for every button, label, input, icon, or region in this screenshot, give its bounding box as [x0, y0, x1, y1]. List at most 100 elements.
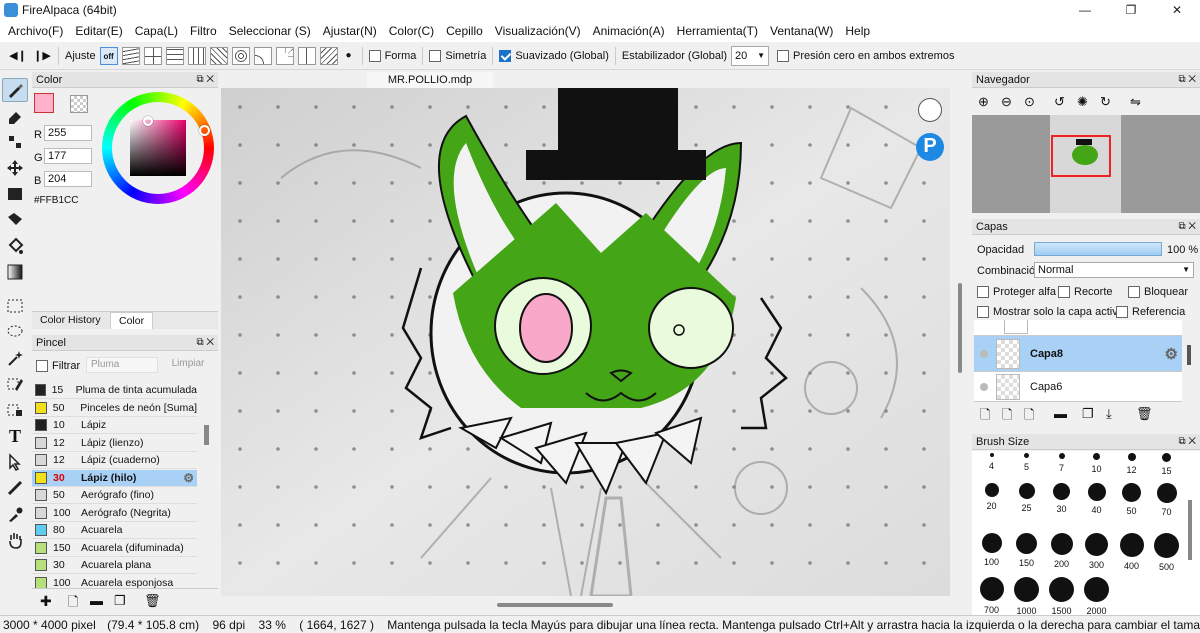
- select-tool-icon[interactable]: [2, 294, 28, 318]
- clip-checkbox[interactable]: Recorte: [1058, 286, 1113, 299]
- brush-size-option[interactable]: 70: [1149, 479, 1184, 517]
- dot-icon[interactable]: ●: [342, 46, 356, 66]
- navigator-preview[interactable]: [972, 115, 1200, 213]
- trash-icon[interactable]: 🗑: [144, 593, 161, 609]
- merge-down-icon[interactable]: ⤓: [1106, 406, 1112, 422]
- blend-select[interactable]: Normal ▼: [1034, 262, 1194, 278]
- menu-ventana[interactable]: Ventana(W): [764, 20, 839, 42]
- next-frame-icon[interactable]: ❙▶: [32, 46, 52, 66]
- hand-tool-icon[interactable]: [2, 528, 28, 552]
- panel-controls-icon[interactable]: ⧉ ✕: [1178, 434, 1196, 450]
- canvas-vscroll-thumb[interactable]: [958, 283, 962, 373]
- eyedropper-icon[interactable]: [2, 502, 28, 526]
- add-brush-icon[interactable]: ✚: [40, 593, 52, 610]
- brush-size-option[interactable]: 4: [974, 451, 1009, 471]
- brush-size-option[interactable]: 700: [974, 573, 1009, 615]
- menu-visualizacion[interactable]: Visualización(V): [489, 20, 587, 42]
- operation-tool-icon[interactable]: [2, 450, 28, 474]
- snap-off-button[interactable]: off: [99, 46, 118, 65]
- gear-icon[interactable]: ⚙: [183, 471, 194, 485]
- minimize-button[interactable]: —: [1062, 0, 1108, 20]
- layer-row[interactable]: Capa8 ⚙: [974, 336, 1182, 372]
- estabilizador-select[interactable]: 20 ▼: [731, 45, 770, 66]
- simetria-checkbox[interactable]: Simetría: [429, 46, 486, 66]
- brush-item[interactable]: 30 Lápiz (hilo) ⚙: [32, 469, 197, 487]
- menu-ajustar[interactable]: Ajustar(N): [317, 20, 383, 42]
- panel-controls-icon[interactable]: ⧉ ✕: [1178, 72, 1196, 88]
- brush-size-option[interactable]: 300: [1079, 529, 1114, 570]
- show-active-checkbox[interactable]: Mostrar solo la capa activa: [977, 306, 1124, 319]
- snap-grid-icon[interactable]: [143, 46, 162, 65]
- brush-item[interactable]: 15 Pluma de tinta acumulada: [32, 382, 197, 399]
- snap-diagonal-icon[interactable]: [209, 46, 228, 65]
- rotate-right-icon[interactable]: ↻: [1100, 94, 1111, 110]
- brush-size-option[interactable]: 12: [1114, 451, 1149, 475]
- brush-size-option[interactable]: 400: [1114, 529, 1149, 571]
- panel-controls-icon[interactable]: ⧉ ✕: [1178, 219, 1196, 235]
- brush-size-option[interactable]: 40: [1079, 479, 1114, 515]
- brush-size-option[interactable]: 20: [974, 479, 1009, 511]
- brush-size-option[interactable]: 150: [1009, 529, 1044, 568]
- transparent-color-swatch[interactable]: [70, 95, 88, 113]
- filter-checkbox[interactable]: [36, 360, 52, 373]
- opacity-slider[interactable]: [1034, 242, 1162, 256]
- brush-item[interactable]: 10 Lápiz: [32, 417, 197, 434]
- canvas-hscroll-thumb[interactable]: [497, 603, 613, 607]
- clear-filter-button[interactable]: Limpiar: [162, 357, 214, 373]
- brush-size-option[interactable]: 500: [1149, 529, 1184, 572]
- canvas[interactable]: P: [221, 88, 950, 596]
- g-input[interactable]: 177: [44, 148, 92, 164]
- flip-horizontal-icon[interactable]: ⇋: [1130, 94, 1141, 110]
- sv-cursor[interactable]: [143, 116, 153, 126]
- menu-help[interactable]: Help: [839, 20, 876, 42]
- new-layer-1bit-icon[interactable]: 🗋: [1024, 406, 1034, 428]
- menu-editar[interactable]: Editar(E): [69, 20, 128, 42]
- snap-concentric-icon[interactable]: [231, 46, 250, 65]
- tab-color-history[interactable]: Color History: [34, 313, 107, 327]
- presion-checkbox[interactable]: Presión cero en ambos extremos: [777, 46, 954, 66]
- folder-icon[interactable]: ▬: [1054, 406, 1067, 421]
- navigator-viewport[interactable]: [1051, 135, 1111, 177]
- fill-tool-icon[interactable]: [2, 208, 28, 232]
- hue-cursor[interactable]: [199, 125, 210, 136]
- brush-size-option[interactable]: 25: [1009, 479, 1044, 513]
- brush-size-option[interactable]: 50: [1114, 479, 1149, 516]
- document-tab[interactable]: MR.POLLIO.mdp: [367, 72, 493, 88]
- tab-color[interactable]: Color: [110, 312, 154, 329]
- layer-row-partial[interactable]: [974, 320, 1182, 336]
- menu-seleccionar[interactable]: Seleccionar (S): [223, 20, 317, 42]
- magic-wand-icon[interactable]: [2, 346, 28, 370]
- lasso-tool-icon[interactable]: [2, 320, 28, 344]
- layers-scrollbar[interactable]: [1187, 345, 1191, 365]
- trash-icon[interactable]: 🗑: [1136, 406, 1153, 422]
- menu-archivo[interactable]: Archivo(F): [2, 20, 69, 42]
- saturation-square[interactable]: [130, 120, 186, 176]
- protect-alpha-checkbox[interactable]: Proteger alfa: [977, 286, 1056, 299]
- prev-frame-icon[interactable]: ◀❙: [8, 46, 28, 66]
- brush-item[interactable]: 150 Acuarela (difuminada): [32, 540, 197, 557]
- snap-crisscross-icon[interactable]: [165, 46, 184, 65]
- pixiv-icon[interactable]: P: [916, 133, 944, 161]
- zoom-in-icon[interactable]: ⊕: [978, 94, 989, 110]
- snap-curve-icon[interactable]: [253, 46, 272, 65]
- visibility-icon[interactable]: [980, 349, 988, 358]
- select-pen-icon[interactable]: [2, 372, 28, 396]
- r-input[interactable]: 255: [44, 125, 92, 141]
- zoom-fit-icon[interactable]: ⊙: [1024, 94, 1035, 110]
- brush-size-scrollbar[interactable]: [1188, 500, 1192, 560]
- brush-size-option[interactable]: 10: [1079, 451, 1114, 474]
- brush-size-option[interactable]: 100: [974, 529, 1009, 567]
- brush-size-option[interactable]: 1500: [1044, 573, 1079, 615]
- brush-size-option[interactable]: 2000: [1079, 573, 1114, 615]
- divide-tool-icon[interactable]: [2, 476, 28, 500]
- brush-size-option[interactable]: 200: [1044, 529, 1079, 569]
- duplicate-layer-icon[interactable]: ❐: [1082, 406, 1094, 422]
- snap-radial-icon[interactable]: [275, 46, 294, 65]
- brush-item[interactable]: 100 Aerógrafo (Negrita): [32, 505, 197, 522]
- new-layer-icon[interactable]: 🗋: [980, 406, 990, 428]
- b-input[interactable]: 204: [44, 171, 92, 187]
- duplicate-icon[interactable]: ❐: [114, 593, 126, 609]
- menu-cepillo[interactable]: Cepillo: [440, 20, 489, 42]
- menu-animacion[interactable]: Animación(A): [587, 20, 671, 42]
- new-file-icon[interactable]: 🗋: [68, 593, 78, 615]
